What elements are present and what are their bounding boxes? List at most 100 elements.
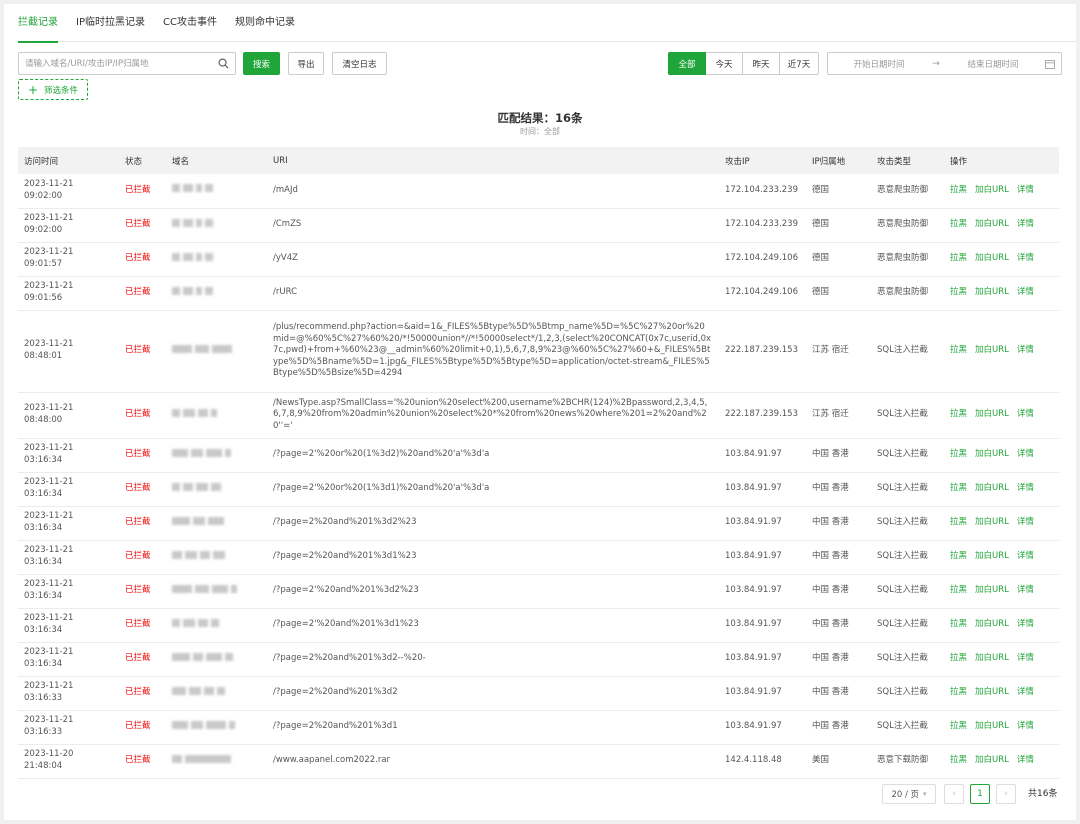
table-row: 2023-11-21 08:48:01 已拦截 /plus/recommend.p… (18, 310, 1059, 393)
range-all-button[interactable]: 全部 (668, 52, 706, 75)
uri-cell: /?page=2'%20and%201%3d1%23 (267, 608, 719, 643)
domain-cell (166, 744, 267, 779)
header-ip-location: IP归属地 (806, 147, 871, 174)
range-yesterday-button[interactable]: 昨天 (742, 52, 780, 75)
details-link[interactable]: 详情 (1017, 619, 1034, 629)
search-icon[interactable] (218, 58, 229, 69)
blacklist-link[interactable]: 拉黑 (950, 585, 967, 595)
next-page-button[interactable]: › (996, 784, 1016, 804)
blacklist-link[interactable]: 拉黑 (950, 721, 967, 731)
visit-date: 2023-11-21 (24, 545, 74, 556)
tab-cc-attacks[interactable]: CC攻击事件 (163, 4, 217, 42)
tab-ip-blacklist[interactable]: IP临时拉黑记录 (76, 4, 145, 42)
details-link[interactable]: 详情 (1017, 687, 1034, 697)
whitelist-url-link[interactable]: 加白URL (975, 253, 1009, 263)
attack-type-cell: SQL注入拦截 (871, 642, 944, 677)
blacklist-link[interactable]: 拉黑 (950, 687, 967, 697)
end-date-field[interactable]: 结束日期时间 (948, 58, 1038, 70)
blacklist-link[interactable]: 拉黑 (950, 409, 967, 419)
details-link[interactable]: 详情 (1017, 409, 1034, 419)
uri-cell: /?page=2'%20or%20(1%3d1)%20and%20'a'%3d'… (267, 472, 719, 507)
attack-type-cell: SQL注入拦截 (871, 710, 944, 745)
whitelist-url-link[interactable]: 加白URL (975, 483, 1009, 493)
ip-location-cell: 中国 香港 (806, 472, 871, 507)
search-input[interactable] (19, 53, 209, 74)
tab-block-records[interactable]: 拦截记录 (18, 4, 58, 43)
details-link[interactable]: 详情 (1017, 345, 1034, 355)
blacklist-link[interactable]: 拉黑 (950, 755, 967, 765)
details-link[interactable]: 详情 (1017, 219, 1034, 229)
blacklist-link[interactable]: 拉黑 (950, 185, 967, 195)
details-link[interactable]: 详情 (1017, 449, 1034, 459)
uri-cell: /?page=2%20and%201%3d1 (267, 710, 719, 745)
range-7days-button[interactable]: 近7天 (779, 52, 819, 75)
blacklist-link[interactable]: 拉黑 (950, 551, 967, 561)
whitelist-url-link[interactable]: 加白URL (975, 551, 1009, 561)
tab-rule-hits[interactable]: 规则命中记录 (235, 4, 295, 42)
visit-time: 03:16:33 (24, 693, 63, 703)
attack-type-cell: SQL注入拦截 (871, 472, 944, 507)
uri-cell: /yV4Z (267, 242, 719, 277)
whitelist-url-link[interactable]: 加白URL (975, 721, 1009, 731)
whitelist-url-link[interactable]: 加白URL (975, 449, 1009, 459)
details-link[interactable]: 详情 (1017, 253, 1034, 263)
start-date-field[interactable]: 开始日期时间 (834, 58, 924, 70)
search-button[interactable]: 搜索 (243, 52, 280, 75)
details-link[interactable]: 详情 (1017, 287, 1034, 297)
details-link[interactable]: 详情 (1017, 185, 1034, 195)
blacklist-link[interactable]: 拉黑 (950, 287, 967, 297)
date-range-picker[interactable]: 开始日期时间 → 结束日期时间 (827, 52, 1062, 75)
chevron-down-icon: ▾ (923, 790, 927, 798)
blacklist-link[interactable]: 拉黑 (950, 449, 967, 459)
details-link[interactable]: 详情 (1017, 585, 1034, 595)
clear-log-button[interactable]: 清空日志 (332, 52, 387, 75)
domain-cell (166, 608, 267, 643)
whitelist-url-link[interactable]: 加白URL (975, 653, 1009, 663)
status-cell: 已拦截 (119, 710, 166, 745)
whitelist-url-link[interactable]: 加白URL (975, 185, 1009, 195)
page-1-button[interactable]: 1 (970, 784, 990, 804)
blacklist-link[interactable]: 拉黑 (950, 619, 967, 629)
whitelist-url-link[interactable]: 加白URL (975, 585, 1009, 595)
details-link[interactable]: 详情 (1017, 551, 1034, 561)
whitelist-url-link[interactable]: 加白URL (975, 409, 1009, 419)
blacklist-link[interactable]: 拉黑 (950, 345, 967, 355)
blacklist-link[interactable]: 拉黑 (950, 517, 967, 527)
blacklist-link[interactable]: 拉黑 (950, 219, 967, 229)
page-size-select[interactable]: 20 / 页 ▾ (882, 784, 936, 804)
status-cell: 已拦截 (119, 472, 166, 507)
domain-cell (166, 392, 267, 439)
visit-date: 2023-11-21 (24, 477, 74, 488)
table-row: 2023-11-21 09:01:56 已拦截 /rURC 172.104.249… (18, 276, 1059, 311)
blacklist-link[interactable]: 拉黑 (950, 483, 967, 493)
status-cell: 已拦截 (119, 392, 166, 439)
actions-cell: 拉黑 加白URL 详情 (944, 642, 1059, 677)
blacklist-link[interactable]: 拉黑 (950, 253, 967, 263)
table-header-row: 访问时间 状态 域名 URI 攻击IP IP归属地 攻击类型 操作 (18, 147, 1059, 174)
range-today-button[interactable]: 今天 (705, 52, 743, 75)
blacklist-link[interactable]: 拉黑 (950, 653, 967, 663)
whitelist-url-link[interactable]: 加白URL (975, 619, 1009, 629)
whitelist-url-link[interactable]: 加白URL (975, 287, 1009, 297)
whitelist-url-link[interactable]: 加白URL (975, 219, 1009, 229)
details-link[interactable]: 详情 (1017, 517, 1034, 527)
filter-label: 筛选条件 (44, 85, 79, 96)
details-link[interactable]: 详情 (1017, 721, 1034, 731)
export-button[interactable]: 导出 (288, 52, 324, 75)
attack-ip-cell: 103.84.91.97 (719, 506, 806, 541)
ip-location-cell: 美国 (806, 744, 871, 779)
whitelist-url-link[interactable]: 加白URL (975, 345, 1009, 355)
details-link[interactable]: 详情 (1017, 755, 1034, 765)
details-link[interactable]: 详情 (1017, 483, 1034, 493)
uri-cell: /?page=2'%20or%20(1%3d2)%20and%20'a'%3d'… (267, 438, 719, 473)
whitelist-url-link[interactable]: 加白URL (975, 687, 1009, 697)
actions-cell: 拉黑 加白URL 详情 (944, 276, 1059, 311)
prev-page-button[interactable]: ‹ (944, 784, 964, 804)
header-domain: 域名 (166, 147, 267, 174)
visit-time: 09:02:00 (24, 225, 63, 235)
attack-ip-cell: 172.104.233.239 (719, 174, 806, 209)
filter-conditions-button[interactable]: + 筛选条件 (18, 79, 88, 100)
whitelist-url-link[interactable]: 加白URL (975, 755, 1009, 765)
details-link[interactable]: 详情 (1017, 653, 1034, 663)
whitelist-url-link[interactable]: 加白URL (975, 517, 1009, 527)
